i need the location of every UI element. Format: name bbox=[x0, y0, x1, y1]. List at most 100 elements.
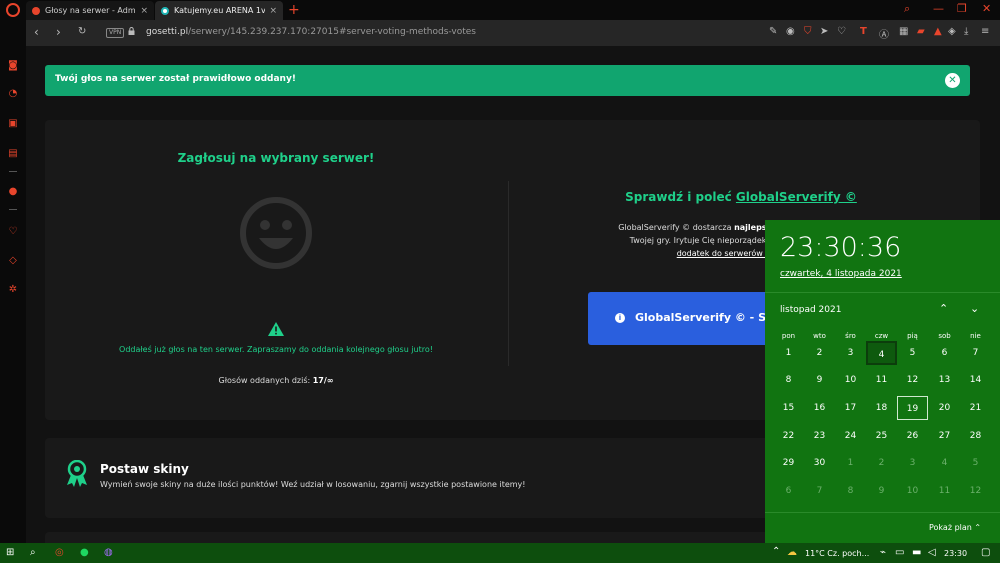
minimize-icon[interactable]: — bbox=[933, 2, 944, 15]
calendar-day[interactable]: 29 bbox=[773, 451, 804, 475]
calendar-day[interactable]: 11 bbox=[929, 479, 960, 503]
tab-glosy-na-serwer[interactable]: Głosy na serwer - Administ × bbox=[26, 1, 154, 20]
calendar-day[interactable]: 28 bbox=[960, 424, 991, 448]
calendar-day[interactable]: 9 bbox=[866, 479, 897, 503]
taskbar-clock[interactable]: 23:30 bbox=[944, 549, 967, 558]
extension-red-icon[interactable]: ▰ bbox=[917, 26, 925, 37]
next-month-icon[interactable]: ⌄ bbox=[970, 302, 979, 315]
tab-close-icon[interactable]: × bbox=[140, 6, 148, 16]
calendar-day[interactable]: 16 bbox=[804, 396, 835, 420]
calendar-day[interactable]: 5 bbox=[897, 341, 928, 365]
calendar-day[interactable]: 4 bbox=[929, 451, 960, 475]
previous-month-icon[interactable]: ⌃ bbox=[939, 302, 948, 315]
calendar-day[interactable]: 12 bbox=[897, 368, 928, 392]
network-icon[interactable]: ▭ bbox=[895, 547, 904, 558]
gamepad-icon[interactable]: ◙ bbox=[7, 60, 19, 72]
weather-text[interactable]: 11°C Cz. poch... bbox=[805, 549, 869, 558]
calendar-day[interactable]: 12 bbox=[960, 479, 991, 503]
extension-box-icon[interactable]: ▦ bbox=[899, 26, 908, 37]
calendar-day[interactable]: 10 bbox=[897, 479, 928, 503]
shop-bag-icon[interactable]: ▣ bbox=[7, 118, 19, 130]
calendar-day[interactable]: 2 bbox=[866, 451, 897, 475]
show-hidden-icons-icon[interactable]: ⌃ bbox=[772, 546, 780, 557]
search-icon[interactable]: ⌕ bbox=[30, 547, 36, 558]
menu-icon[interactable]: ≡ bbox=[981, 26, 989, 37]
clock-date-link[interactable]: czwartek, 4 listopada 2021 bbox=[780, 269, 902, 279]
camera-icon[interactable]: ◉ bbox=[786, 26, 795, 37]
twitch-icon[interactable]: ▤ bbox=[7, 148, 19, 160]
calendar-day[interactable]: 2 bbox=[804, 341, 835, 365]
gs-title-link[interactable]: GlobalServerify © bbox=[736, 190, 857, 204]
speed-dial-icon[interactable]: ◔ bbox=[7, 88, 19, 100]
reload-icon[interactable]: ↻ bbox=[78, 26, 86, 37]
tab-katujemy[interactable]: Katujemy.eu ARENA 1v1 1: × bbox=[155, 1, 283, 20]
bluetooth-icon[interactable]: ⌁ bbox=[880, 547, 886, 558]
url-field[interactable]: gosetti.pl/serwery/145.239.237.170:27015… bbox=[146, 27, 476, 37]
battery-icon[interactable]: ▬ bbox=[912, 547, 921, 558]
calendar-day[interactable]: 9 bbox=[804, 368, 835, 392]
calendar-day[interactable]: 19 bbox=[897, 396, 928, 420]
calendar-day[interactable]: 4 bbox=[866, 341, 897, 365]
windows-start-icon[interactable]: ⊞ bbox=[6, 547, 14, 558]
calendar-day[interactable]: 27 bbox=[929, 424, 960, 448]
spotify-icon[interactable]: ● bbox=[80, 547, 89, 558]
calendar-day[interactable]: 25 bbox=[866, 424, 897, 448]
messenger-icon[interactable]: ◍ bbox=[104, 547, 113, 558]
calendar-day[interactable]: 11 bbox=[866, 368, 897, 392]
edit-icon[interactable]: ✎ bbox=[769, 26, 777, 37]
twitter-icon[interactable]: ● bbox=[7, 186, 19, 198]
shield-icon[interactable]: ⛉ bbox=[804, 26, 812, 37]
calendar-day[interactable]: 1 bbox=[835, 451, 866, 475]
opera-logo-icon[interactable] bbox=[6, 3, 20, 17]
opera-taskbar-icon[interactable]: ◎ bbox=[55, 547, 64, 558]
notifications-icon[interactable]: ▢ bbox=[981, 547, 990, 558]
vpn-badge[interactable]: VPN bbox=[106, 28, 125, 38]
search-icon[interactable]: ⌕ bbox=[904, 2, 910, 16]
restore-icon[interactable]: ❐ bbox=[957, 2, 967, 15]
calendar-day[interactable]: 14 bbox=[960, 368, 991, 392]
cube-icon[interactable]: ◇ bbox=[7, 255, 19, 267]
extension-a-icon[interactable]: Ⓐ bbox=[879, 26, 889, 41]
calendar-day[interactable]: 20 bbox=[929, 396, 960, 420]
calendar-day[interactable]: 8 bbox=[773, 368, 804, 392]
lock-icon[interactable] bbox=[128, 27, 135, 35]
heart-icon[interactable]: ♡ bbox=[7, 226, 19, 238]
calendar-day[interactable]: 10 bbox=[835, 368, 866, 392]
new-tab-button[interactable]: + bbox=[288, 2, 300, 18]
forward-arrow-icon[interactable]: › bbox=[56, 25, 61, 39]
calendar-day[interactable]: 22 bbox=[773, 424, 804, 448]
calendar-day[interactable]: 3 bbox=[897, 451, 928, 475]
heart-outline-icon[interactable]: ♡ bbox=[837, 26, 846, 37]
calendar-day[interactable]: 15 bbox=[773, 396, 804, 420]
calendar-day[interactable]: 7 bbox=[804, 479, 835, 503]
volume-icon[interactable]: ◁ bbox=[928, 547, 936, 558]
calendar-day[interactable]: 5 bbox=[960, 451, 991, 475]
calendar-month[interactable]: listopad 2021 bbox=[780, 305, 841, 315]
calendar-day[interactable]: 1 bbox=[773, 341, 804, 365]
calendar-day[interactable]: 6 bbox=[929, 341, 960, 365]
extension-tp-icon[interactable]: T bbox=[860, 26, 867, 37]
calendar-day[interactable]: 23 bbox=[804, 424, 835, 448]
calendar-day[interactable]: 24 bbox=[835, 424, 866, 448]
show-plan-button[interactable]: Pokaż plan ⌃ bbox=[929, 523, 981, 532]
back-arrow-icon[interactable]: ‹ bbox=[34, 25, 39, 39]
extensions-cube-icon[interactable]: ◈ bbox=[948, 26, 956, 37]
settings-gear-icon[interactable]: ✲ bbox=[7, 284, 19, 296]
tab-close-icon[interactable]: × bbox=[269, 6, 277, 16]
calendar-day[interactable]: 18 bbox=[866, 396, 897, 420]
calendar-day[interactable]: 7 bbox=[960, 341, 991, 365]
calendar-day[interactable]: 26 bbox=[897, 424, 928, 448]
close-window-icon[interactable]: ✕ bbox=[982, 2, 991, 15]
calendar-day[interactable]: 13 bbox=[929, 368, 960, 392]
download-icon[interactable]: ⤓ bbox=[964, 26, 968, 37]
warning-extension-icon[interactable]: ▲ bbox=[934, 26, 942, 37]
send-icon[interactable]: ➤ bbox=[820, 26, 828, 37]
alert-close-icon[interactable]: ✕ bbox=[945, 73, 960, 88]
calendar-day[interactable]: 8 bbox=[835, 479, 866, 503]
calendar-day[interactable]: 30 bbox=[804, 451, 835, 475]
calendar-day[interactable]: 21 bbox=[960, 396, 991, 420]
calendar-day[interactable]: 17 bbox=[835, 396, 866, 420]
weather-icon[interactable]: ☁ bbox=[787, 547, 797, 558]
calendar-day[interactable]: 3 bbox=[835, 341, 866, 365]
calendar-day[interactable]: 6 bbox=[773, 479, 804, 503]
